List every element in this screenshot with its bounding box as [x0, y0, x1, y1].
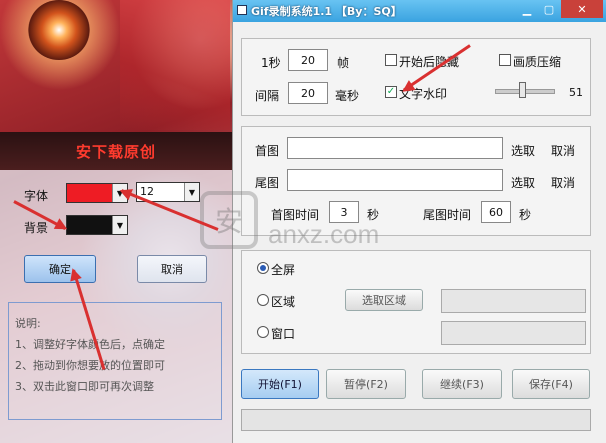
last-time-unit: 秒 [519, 208, 532, 222]
font-label: 字体 [24, 189, 49, 203]
interval-label: 间隔 [255, 89, 280, 103]
first-image-select-link[interactable]: 选取 [511, 142, 535, 159]
site-watermark: 安 anxz.com [200, 185, 410, 265]
interval-input[interactable]: 20 [288, 82, 328, 104]
last-time-label: 尾图时间 [423, 208, 472, 222]
fps-unit: 帧 [337, 56, 350, 70]
chevron-down-icon[interactable]: ▼ [184, 183, 199, 201]
cancel-button[interactable]: 取消 [137, 255, 207, 283]
window-title: Gif录制系统1.1 【By：SQ】 [251, 5, 402, 18]
instructions-box: 说明: 1、调整好字体颜色后，点确定 2、拖动到你想要放的位置即可 3、双击此窗… [8, 302, 222, 420]
text-watermark-checkbox[interactable]: ✓ [385, 86, 397, 98]
pause-button[interactable]: 暂停(F2) [326, 369, 406, 399]
app-icon [237, 5, 247, 15]
close-icon[interactable]: ✕ [561, 0, 603, 18]
instructions-heading: 说明: [15, 317, 41, 330]
chevron-down-icon[interactable]: ▼ [112, 216, 127, 234]
compress-checkbox[interactable] [499, 54, 511, 66]
fps-input[interactable]: 20 [288, 49, 328, 71]
last-time-input[interactable]: 60 [481, 201, 511, 223]
last-image-cancel-link[interactable]: 取消 [551, 174, 575, 191]
region-label[interactable]: 区域 [271, 293, 295, 310]
maximize-icon[interactable]: ▢ [537, 0, 561, 18]
resume-button[interactable]: 继续(F3) [422, 369, 502, 399]
background-color-swatch [67, 216, 112, 234]
compress-label[interactable]: 画质压缩 [513, 53, 561, 70]
last-image-select-link[interactable]: 选取 [511, 174, 535, 191]
quality-slider-thumb[interactable] [518, 82, 526, 98]
first-image-label: 首图 [255, 144, 280, 158]
region-display-field [441, 289, 586, 313]
hide-after-start-checkbox[interactable] [385, 54, 397, 66]
watermark-text: anxz.com [268, 219, 380, 249]
select-region-button[interactable]: 选取区域 [345, 289, 423, 311]
window-radio[interactable] [257, 326, 269, 338]
background-label: 背景 [24, 221, 49, 235]
progress-bar [241, 409, 591, 431]
window-title-bar[interactable]: Gif录制系统1.1 【By：SQ】 ▁ ▢ ✕ [233, 0, 606, 22]
instruction-line: 1、调整好字体颜色后，点确定 [15, 338, 165, 351]
first-image-cancel-link[interactable]: 取消 [551, 142, 575, 159]
ok-button[interactable]: 确定 [24, 255, 96, 283]
quality-value: 51 [569, 86, 583, 99]
background-color-picker[interactable]: ▼ [66, 215, 128, 235]
font-color-swatch [67, 184, 112, 202]
start-button[interactable]: 开始(F1) [241, 369, 319, 399]
anime-eye-graphic [28, 0, 90, 60]
watermark-logo: 安 [200, 191, 258, 249]
instruction-line: 2、拖动到你想要放的位置即可 [15, 359, 165, 372]
hair-decoration [120, 0, 230, 130]
window-display-field [441, 321, 586, 345]
save-button[interactable]: 保存(F4) [512, 369, 590, 399]
instruction-line: 3、双击此窗口即可再次调整 [15, 380, 154, 393]
interval-unit: 毫秒 [335, 89, 360, 103]
region-radio[interactable] [257, 294, 269, 306]
tool-title: 安下载原创 [75, 143, 156, 161]
window-label[interactable]: 窗口 [271, 325, 295, 342]
fps-label: 1秒 [261, 56, 281, 70]
minimize-icon[interactable]: ▁ [515, 0, 539, 18]
first-image-path-input[interactable] [287, 137, 503, 159]
